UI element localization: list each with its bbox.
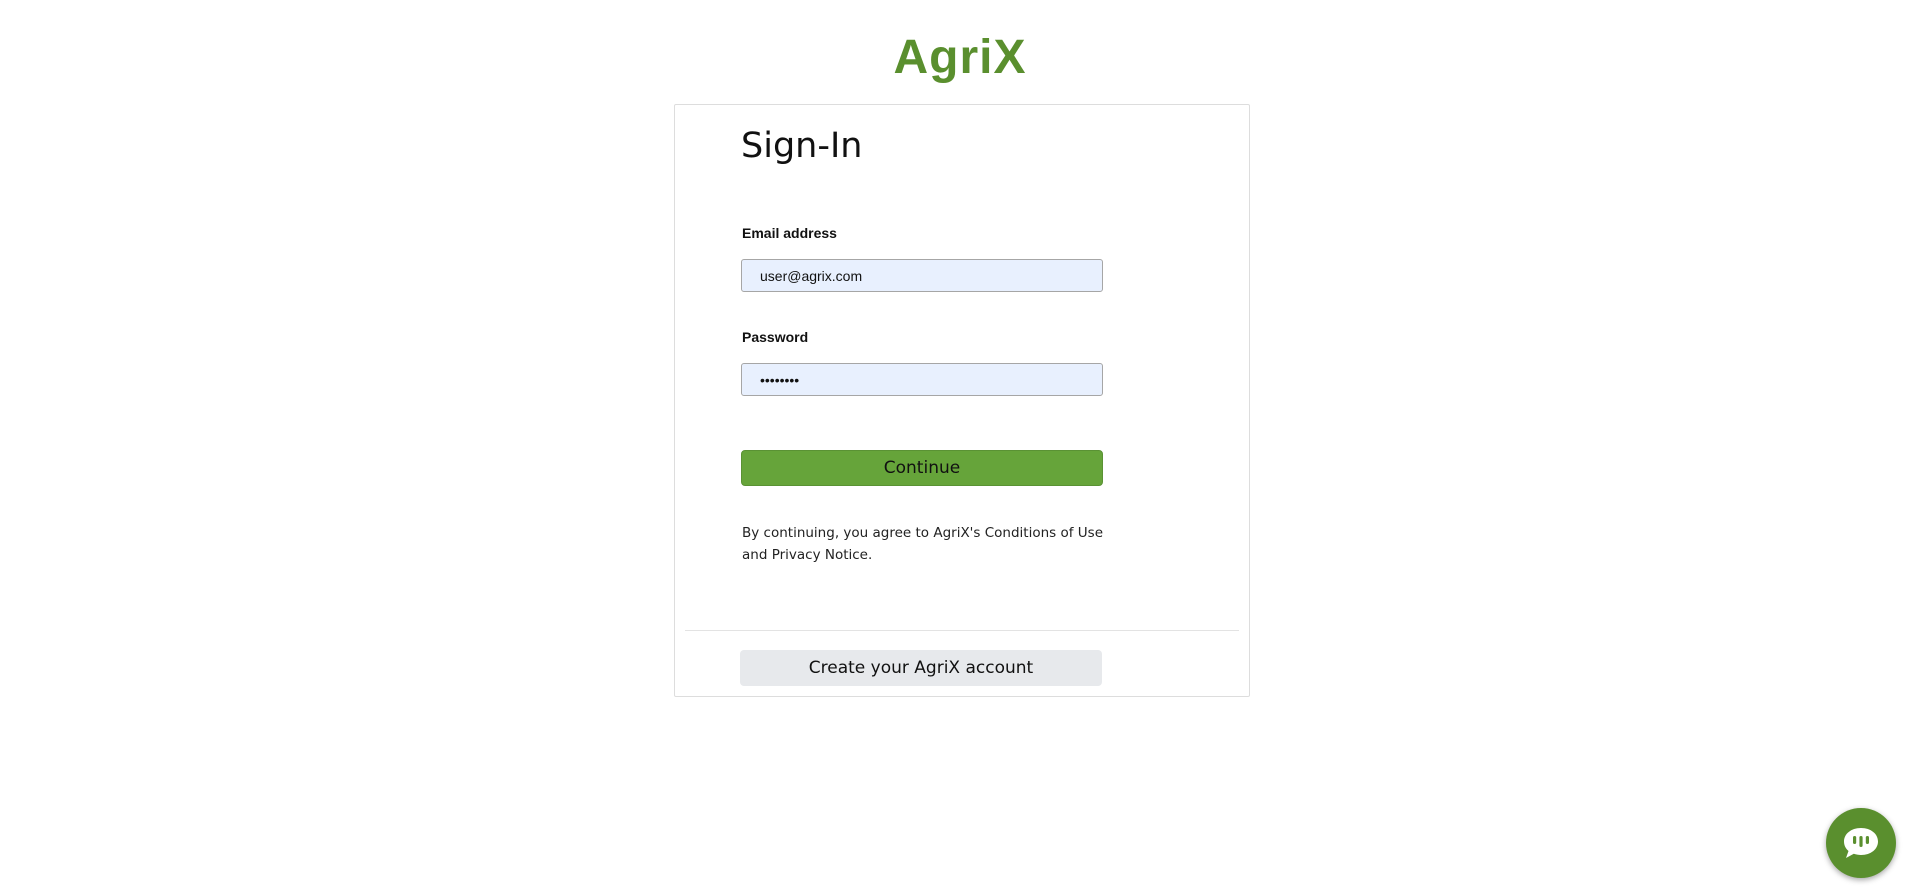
divider xyxy=(685,630,1239,631)
chat-bubble-icon xyxy=(1844,828,1878,858)
email-label: Email address xyxy=(742,225,837,241)
password-label: Password xyxy=(742,329,809,345)
legal-notice: By continuing, you agree to AgriX's Cond… xyxy=(742,525,1103,563)
page-title: Sign-In xyxy=(741,126,863,166)
email-field[interactable] xyxy=(741,259,1103,292)
password-field[interactable] xyxy=(741,363,1103,396)
chat-button[interactable] xyxy=(1826,808,1896,878)
signin-card: Sign-In Email address Password Continue … xyxy=(674,104,1250,697)
signin-page: AgriX Sign-In Email address Password Con… xyxy=(0,0,1920,895)
continue-button[interactable]: Continue xyxy=(741,450,1103,486)
agrix-logo[interactable]: AgriX xyxy=(0,30,1920,86)
create-account-button[interactable]: Create your AgriX account xyxy=(740,650,1102,686)
